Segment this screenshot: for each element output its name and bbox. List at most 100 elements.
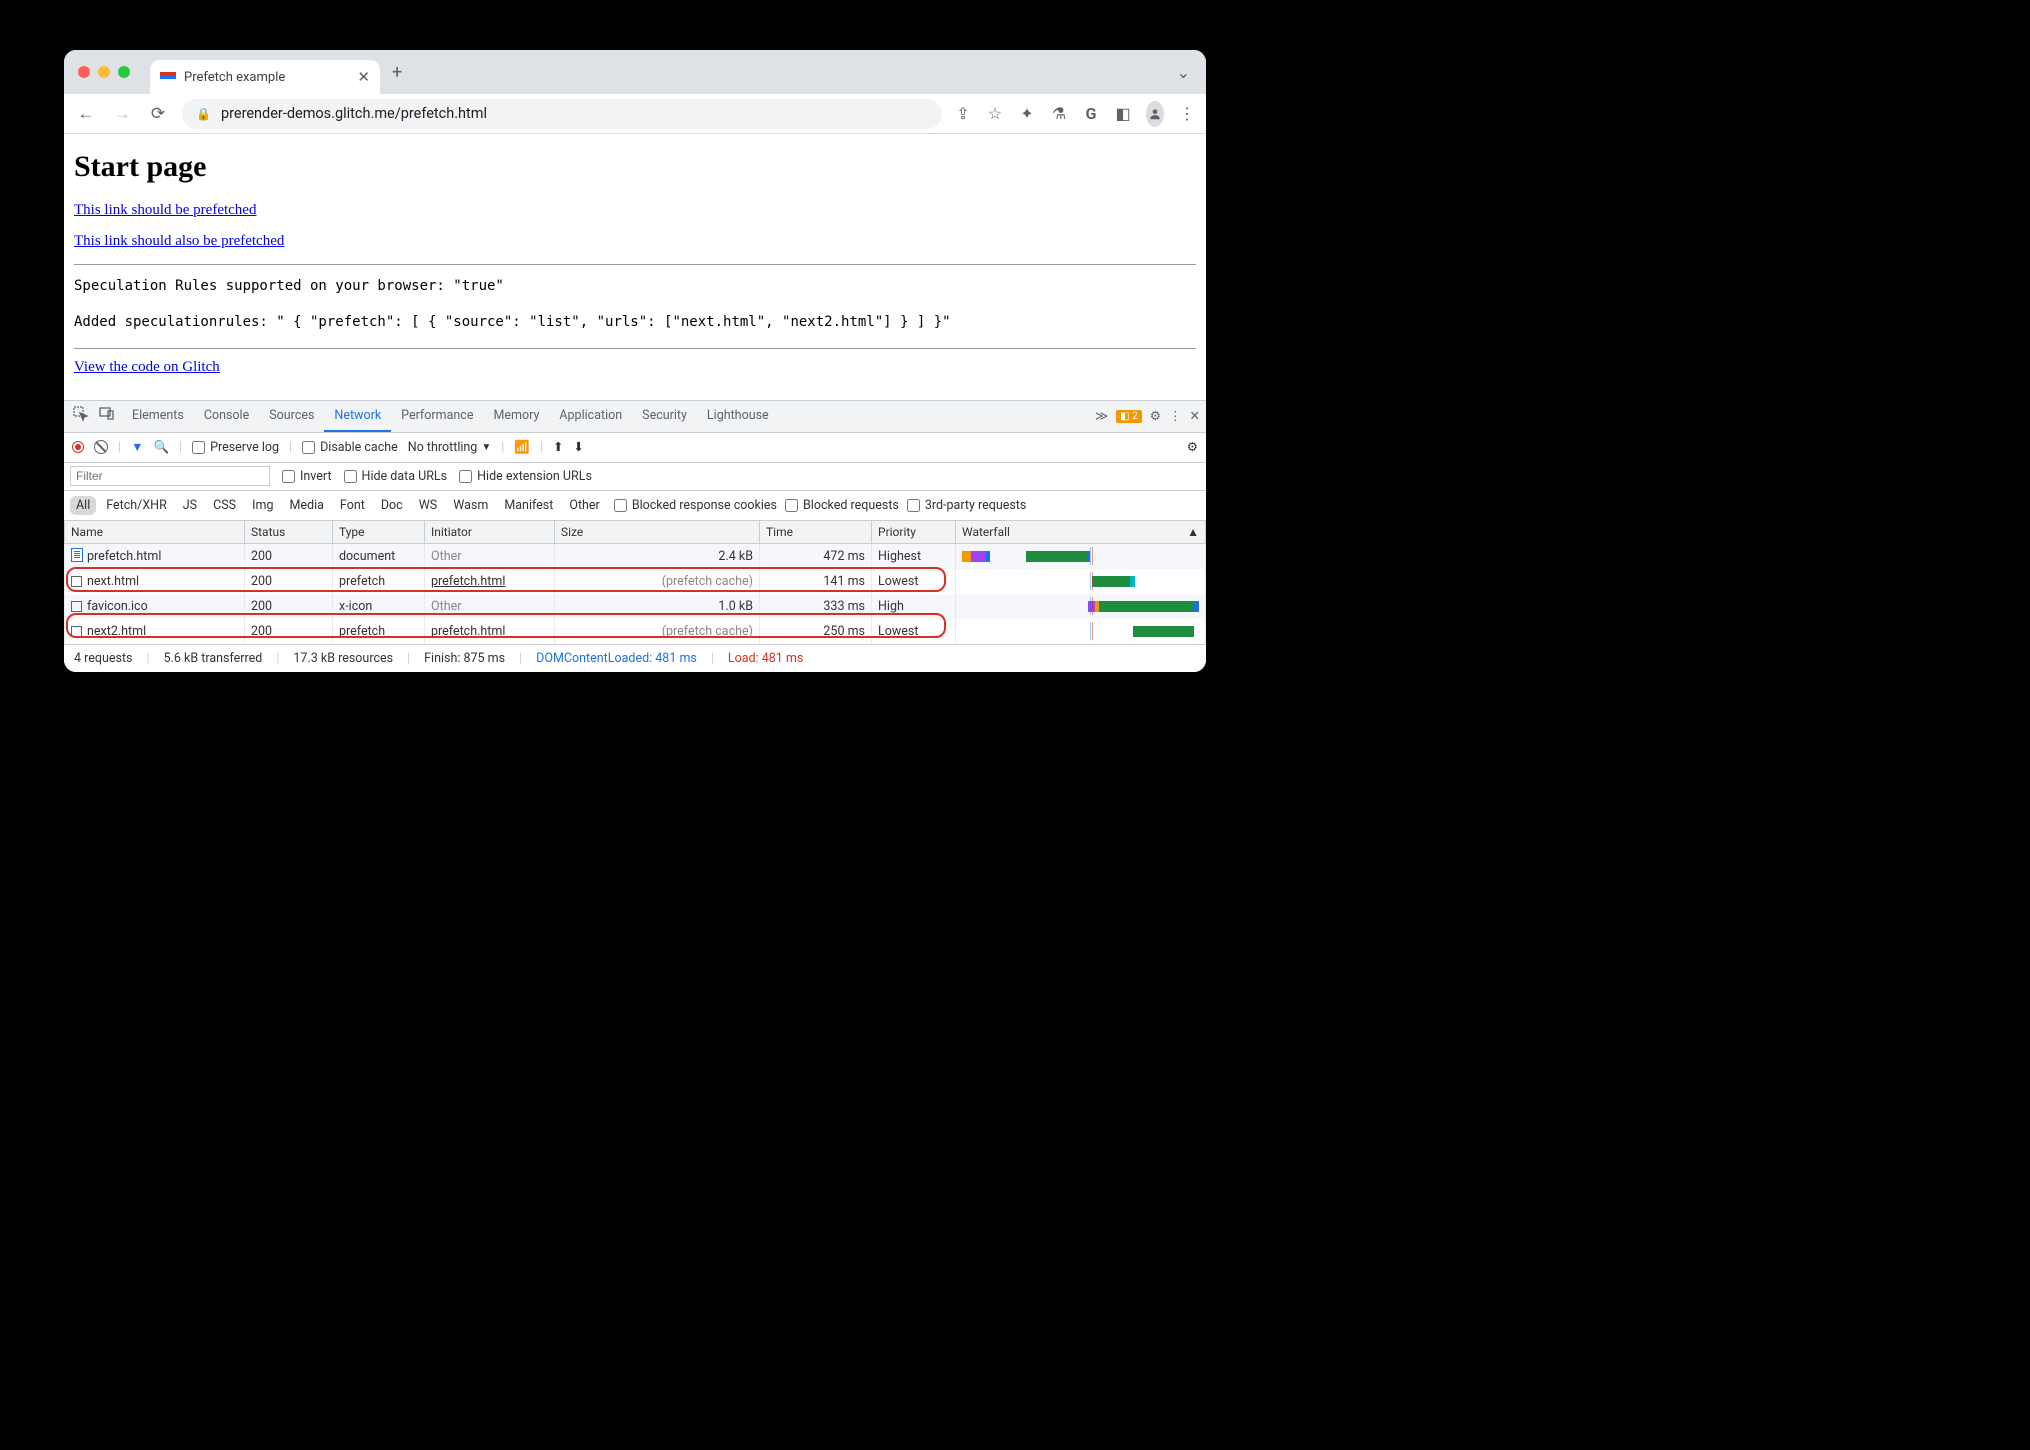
- reload-button[interactable]: ⟳: [146, 104, 170, 124]
- devtools-tabbar: ElementsConsoleSourcesNetworkPerformance…: [64, 401, 1206, 433]
- type-filter-media[interactable]: Media: [283, 496, 329, 515]
- close-tab-icon[interactable]: ✕: [357, 68, 370, 86]
- type-filter-font[interactable]: Font: [334, 496, 371, 515]
- close-devtools-icon[interactable]: ✕: [1190, 408, 1200, 424]
- footer-resources: 17.3 kB resources: [293, 651, 393, 666]
- tab-title: Prefetch example: [184, 70, 285, 85]
- devtools-tab-console[interactable]: Console: [194, 400, 259, 432]
- devtools-kebab-icon[interactable]: ⋮: [1169, 408, 1182, 424]
- throttling-select[interactable]: No throttling ▼: [408, 440, 491, 455]
- type-filter-img[interactable]: Img: [246, 496, 279, 515]
- traffic-lights: [78, 66, 130, 78]
- record-button[interactable]: [72, 441, 84, 453]
- column-header-size[interactable]: Size: [555, 521, 760, 544]
- network-conditions-icon[interactable]: 📶: [514, 440, 530, 455]
- column-header-waterfall[interactable]: Waterfall ▲: [956, 521, 1206, 544]
- column-header-type[interactable]: Type: [333, 521, 425, 544]
- new-tab-button[interactable]: +: [392, 62, 402, 83]
- inspect-element-icon[interactable]: [70, 406, 92, 426]
- devtools-tab-performance[interactable]: Performance: [391, 400, 483, 432]
- device-toggle-icon[interactable]: [96, 406, 118, 426]
- devtools-tab-memory[interactable]: Memory: [483, 400, 549, 432]
- network-toolbar-1: | ▼ 🔍 | Preserve log | Disable cache No …: [64, 433, 1206, 463]
- network-settings-icon[interactable]: ⚙: [1187, 439, 1198, 455]
- divider: [74, 348, 1196, 349]
- export-har-icon[interactable]: ⬇: [573, 439, 583, 455]
- bookmark-icon[interactable]: ☆: [986, 104, 1004, 123]
- type-filter-ws[interactable]: WS: [413, 496, 444, 515]
- column-header-initiator[interactable]: Initiator: [425, 521, 555, 544]
- file-icon: [71, 601, 82, 612]
- devtools-tab-network[interactable]: Network: [324, 400, 391, 432]
- type-filter-js[interactable]: JS: [177, 496, 203, 515]
- prefetch-link-1[interactable]: This link should be prefetched: [74, 202, 256, 218]
- kebab-menu-icon[interactable]: ⋮: [1178, 104, 1196, 123]
- filter-input[interactable]: [70, 466, 270, 486]
- devtools-panel: ElementsConsoleSourcesNetworkPerformance…: [64, 400, 1206, 672]
- disable-cache-checkbox[interactable]: Disable cache: [302, 440, 398, 455]
- hide-data-urls-checkbox[interactable]: Hide data URLs: [344, 469, 448, 484]
- devtools-tab-lighthouse[interactable]: Lighthouse: [697, 400, 779, 432]
- maximize-window-button[interactable]: [118, 66, 130, 78]
- google-icon[interactable]: G: [1082, 104, 1100, 123]
- table-row[interactable]: next2.html200prefetchprefetch.html(prefe…: [65, 619, 1206, 644]
- url-text: prerender-demos.glitch.me/prefetch.html: [221, 105, 487, 122]
- forward-button[interactable]: →: [110, 104, 134, 124]
- invert-checkbox[interactable]: Invert: [282, 469, 332, 484]
- issues-badge[interactable]: ◧ 2: [1116, 410, 1142, 423]
- lock-icon: 🔒: [196, 107, 211, 121]
- profile-avatar[interactable]: [1146, 101, 1164, 127]
- column-header-priority[interactable]: Priority: [872, 521, 956, 544]
- devtools-tab-application[interactable]: Application: [549, 400, 632, 432]
- network-toolbar-2: Invert Hide data URLs Hide extension URL…: [64, 463, 1206, 491]
- settings-icon[interactable]: ⚙: [1150, 408, 1161, 424]
- preserve-log-checkbox[interactable]: Preserve log: [192, 440, 279, 455]
- devtools-tab-security[interactable]: Security: [632, 400, 697, 432]
- labs-icon[interactable]: ⚗: [1050, 104, 1068, 123]
- blocked-cookies-checkbox[interactable]: Blocked response cookies: [614, 498, 777, 513]
- type-filter-all[interactable]: All: [70, 496, 96, 515]
- type-filter-fetch-xhr[interactable]: Fetch/XHR: [100, 496, 173, 515]
- side-panel-icon[interactable]: ◧: [1114, 104, 1132, 123]
- third-party-checkbox[interactable]: 3rd-party requests: [907, 498, 1026, 513]
- document-icon: [71, 548, 83, 562]
- clear-button[interactable]: [94, 440, 108, 454]
- hide-extension-urls-checkbox[interactable]: Hide extension URLs: [459, 469, 592, 484]
- table-row[interactable]: prefetch.html200documentOther2.4 kB472 m…: [65, 543, 1206, 569]
- table-row[interactable]: next.html200prefetchprefetch.html(prefet…: [65, 569, 1206, 594]
- minimize-window-button[interactable]: [98, 66, 110, 78]
- filter-toggle-icon[interactable]: ▼: [131, 440, 143, 455]
- devtools-tab-elements[interactable]: Elements: [122, 400, 194, 432]
- address-bar: ← → ⟳ 🔒 prerender-demos.glitch.me/prefet…: [64, 94, 1206, 134]
- browser-tab[interactable]: Prefetch example ✕: [150, 60, 380, 94]
- back-button[interactable]: ←: [74, 104, 98, 124]
- omnibox[interactable]: 🔒 prerender-demos.glitch.me/prefetch.htm…: [182, 99, 942, 129]
- rules-added-text: Added speculationrules: " { "prefetch": …: [74, 311, 1196, 333]
- table-row[interactable]: favicon.ico200x-iconOther1.0 kB333 msHig…: [65, 594, 1206, 619]
- column-header-name[interactable]: Name: [65, 521, 245, 544]
- type-filter-doc[interactable]: Doc: [375, 496, 409, 515]
- devtools-tab-sources[interactable]: Sources: [259, 400, 324, 432]
- share-icon[interactable]: ⇪: [954, 104, 972, 123]
- column-header-status[interactable]: Status: [245, 521, 333, 544]
- page-content: Start page This link should be prefetche…: [64, 134, 1206, 400]
- rule-supported-text: Speculation Rules supported on your brow…: [74, 275, 1196, 297]
- search-icon[interactable]: 🔍: [153, 440, 169, 455]
- footer-transferred: 5.6 kB transferred: [164, 651, 263, 666]
- divider: [74, 264, 1196, 265]
- prefetch-link-2[interactable]: This link should also be prefetched: [74, 233, 284, 249]
- glitch-link[interactable]: View the code on Glitch: [74, 359, 220, 375]
- blocked-requests-checkbox[interactable]: Blocked requests: [785, 498, 899, 513]
- titlebar: Prefetch example ✕ + ⌄: [64, 50, 1206, 94]
- column-header-time[interactable]: Time: [760, 521, 872, 544]
- import-har-icon[interactable]: ⬆: [553, 439, 563, 455]
- type-filter-wasm[interactable]: Wasm: [447, 496, 494, 515]
- type-filter-other[interactable]: Other: [563, 496, 605, 515]
- footer-load: Load: 481 ms: [728, 651, 803, 666]
- close-window-button[interactable]: [78, 66, 90, 78]
- more-tabs-icon[interactable]: ≫: [1095, 408, 1108, 424]
- type-filter-css[interactable]: CSS: [207, 496, 242, 515]
- extensions-icon[interactable]: ✦: [1018, 104, 1036, 123]
- type-filter-manifest[interactable]: Manifest: [498, 496, 559, 515]
- tabs-menu-icon[interactable]: ⌄: [1177, 63, 1190, 82]
